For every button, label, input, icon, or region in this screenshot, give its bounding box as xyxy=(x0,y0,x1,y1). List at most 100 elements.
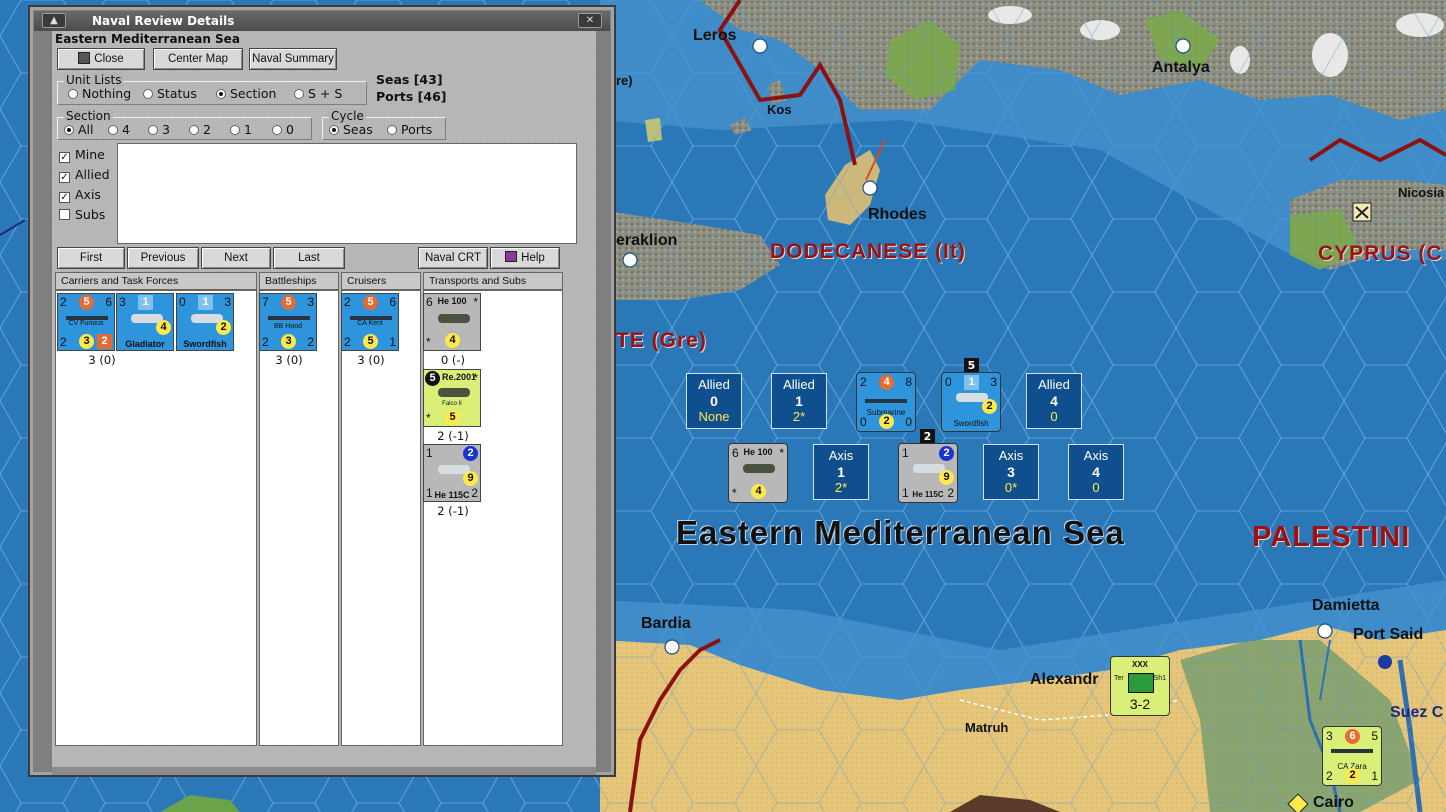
factor-circle: 4 xyxy=(751,484,766,499)
filter-axis[interactable]: ✓ Axis xyxy=(59,187,101,203)
carrier-stack-value: 3 (0) xyxy=(88,353,116,367)
range-circle: 2 xyxy=(939,446,954,461)
sea-box-axis-1[interactable]: Axis 1 2* xyxy=(813,444,869,500)
filter-mine[interactable]: ✓ Mine xyxy=(59,147,105,163)
unit-lists-group: Unit Lists Nothing Status Section S + S xyxy=(57,73,367,105)
label-alexandria: Alexandr xyxy=(1030,671,1099,688)
unit-name: CV Furious xyxy=(68,320,104,327)
sea-box-side: Axis xyxy=(1083,448,1109,463)
attack-circle: 5 xyxy=(79,295,94,310)
results-list[interactable] xyxy=(117,143,577,244)
sea-box-allied-4[interactable]: Allied 4 0 xyxy=(1026,373,1082,429)
counter-value: 0 xyxy=(860,415,867,429)
unit-name: He 100 xyxy=(437,296,467,306)
range-badge: 1 xyxy=(964,375,979,390)
unit-gladiator[interactable]: 3 1 4 Gladiator xyxy=(116,293,174,351)
unit-strength: 3-2 xyxy=(1129,696,1151,712)
cycle-label: Cycle xyxy=(329,109,366,123)
unit-subname: Falco II xyxy=(442,401,462,407)
radio-0[interactable]: 0 xyxy=(272,122,294,137)
counter-value: 2 xyxy=(344,335,351,349)
map-counter-swordfish[interactable]: 0 1 3 2 Swordfish xyxy=(941,372,1001,432)
label-bardia: Bardia xyxy=(641,615,691,632)
dialog-title: Naval Review Details xyxy=(92,14,235,28)
counter-value: 3 xyxy=(224,295,231,309)
label-port-said: Port Said xyxy=(1353,626,1424,643)
radio-status[interactable]: Status xyxy=(143,86,197,101)
cruiser-stack-value: 3 (0) xyxy=(357,353,385,367)
column-header-carriers: Carriers and Task Forces xyxy=(55,272,257,290)
radio-ports[interactable]: Ports xyxy=(387,122,432,137)
minimize-icon[interactable]: ✕ xyxy=(578,13,602,28)
naval-crt-button[interactable]: Naval CRT xyxy=(418,247,488,269)
label-suez: Suez C xyxy=(1390,704,1444,721)
sea-box-axis-3[interactable]: Axis 3 0* xyxy=(983,444,1039,500)
radio-dot xyxy=(329,125,339,135)
filter-allied[interactable]: ✓ Allied xyxy=(59,167,110,183)
radio-label: Ports xyxy=(401,122,433,137)
unit-swordfish[interactable]: 0 1 3 2 Swordfish xyxy=(176,293,234,351)
unit-ca-kent[interactable]: 2 5 6 CA Kent 2 5 1 xyxy=(341,293,399,351)
radio-all[interactable]: All xyxy=(64,122,94,137)
radio-label: 1 xyxy=(244,122,252,137)
map-counter-he115c[interactable]: 1 2 9 1 He 115C 2 xyxy=(898,443,958,503)
help-button[interactable]: Help xyxy=(490,247,560,269)
factor-circle: 2 xyxy=(982,399,997,414)
filter-subs[interactable]: Subs xyxy=(59,207,105,222)
last-button[interactable]: Last xyxy=(273,247,345,269)
dialog-titlebar[interactable]: ▲ Naval Review Details ✕ xyxy=(34,11,610,31)
close-icon xyxy=(78,52,91,64)
unit-cv-furious[interactable]: 2 5 6 CV Furious 2 3 2 xyxy=(57,293,115,351)
cruiser-icon xyxy=(1331,749,1373,753)
radio-section[interactable]: Section xyxy=(216,86,276,101)
range-circle: 2 xyxy=(463,446,478,461)
sea-box-allied-1[interactable]: Allied 1 2* xyxy=(771,373,827,429)
counter-value: 6 xyxy=(105,295,112,309)
radio-dot xyxy=(143,89,153,99)
map-counter-ca-zara[interactable]: 3 6 5 CA Zara 2 2 1 xyxy=(1322,726,1382,786)
radio-s-plus-s[interactable]: S + S xyxy=(294,86,342,101)
map-counter-submarine[interactable]: 2 4 8 Submarine 0 2 0 xyxy=(856,372,916,432)
attack-circle: 4 xyxy=(879,375,894,390)
sea-box-side: Axis xyxy=(998,448,1024,463)
radio-4[interactable]: 4 xyxy=(108,122,130,137)
radio-2[interactable]: 2 xyxy=(189,122,211,137)
help-book-icon xyxy=(505,251,518,262)
map-counter-alexandria-corps[interactable]: XXX Ter Sh1 3-2 xyxy=(1110,656,1170,716)
sea-box-side: Axis xyxy=(828,448,854,463)
map-counter-he100[interactable]: 6 He 100 * * 4 xyxy=(728,443,788,503)
next-button[interactable]: Next xyxy=(201,247,271,269)
counter-value: 5 xyxy=(1371,729,1378,743)
radio-seas[interactable]: Seas xyxy=(329,122,373,137)
dialog-statusbar xyxy=(52,767,596,775)
unit-he100[interactable]: 6 He 100 * * 4 xyxy=(423,293,481,351)
radio-1[interactable]: 1 xyxy=(230,122,252,137)
submarine-icon xyxy=(865,399,907,403)
unit-he115c[interactable]: 1 2 9 1 He 115C 2 xyxy=(423,444,481,502)
window-menu-icon[interactable]: ▲ xyxy=(42,13,66,28)
unit-bb-hood[interactable]: 7 5 3 BB Hood 2 3 2 xyxy=(259,293,317,351)
sea-box-status: 0* xyxy=(1004,480,1018,495)
unit-re2001[interactable]: 5 Re.2001 * Falco II * 5 xyxy=(423,369,481,427)
sea-box-allied-0[interactable]: Allied 0 None xyxy=(686,373,742,429)
radio-nothing[interactable]: Nothing xyxy=(68,86,131,101)
radio-label: Seas xyxy=(343,122,373,137)
previous-button[interactable]: Previous xyxy=(127,247,199,269)
capacity-badge: 2 xyxy=(97,334,112,349)
first-button[interactable]: First xyxy=(57,247,125,269)
factor-circle: 4 xyxy=(445,333,460,348)
counter-value: 0 xyxy=(905,415,912,429)
sea-box-axis-4[interactable]: Axis 4 0 xyxy=(1068,444,1124,500)
sea-box-side: Allied xyxy=(698,377,730,392)
close-button[interactable]: Close xyxy=(57,48,145,70)
column-header-cruisers: Cruisers xyxy=(341,272,421,290)
section-group: Section All 4 3 2 1 0 xyxy=(57,109,312,140)
cruiser-icon xyxy=(350,316,392,320)
defense-circle: 5 xyxy=(363,334,378,349)
defense-circle: 3 xyxy=(79,334,94,349)
center-map-button[interactable]: Center Map xyxy=(153,48,243,70)
naval-summary-button[interactable]: Naval Summary xyxy=(249,48,337,70)
defense-circle: 2 xyxy=(1345,768,1360,783)
sea-area-name: Eastern Mediterranean Sea xyxy=(676,514,1125,551)
radio-3[interactable]: 3 xyxy=(148,122,170,137)
